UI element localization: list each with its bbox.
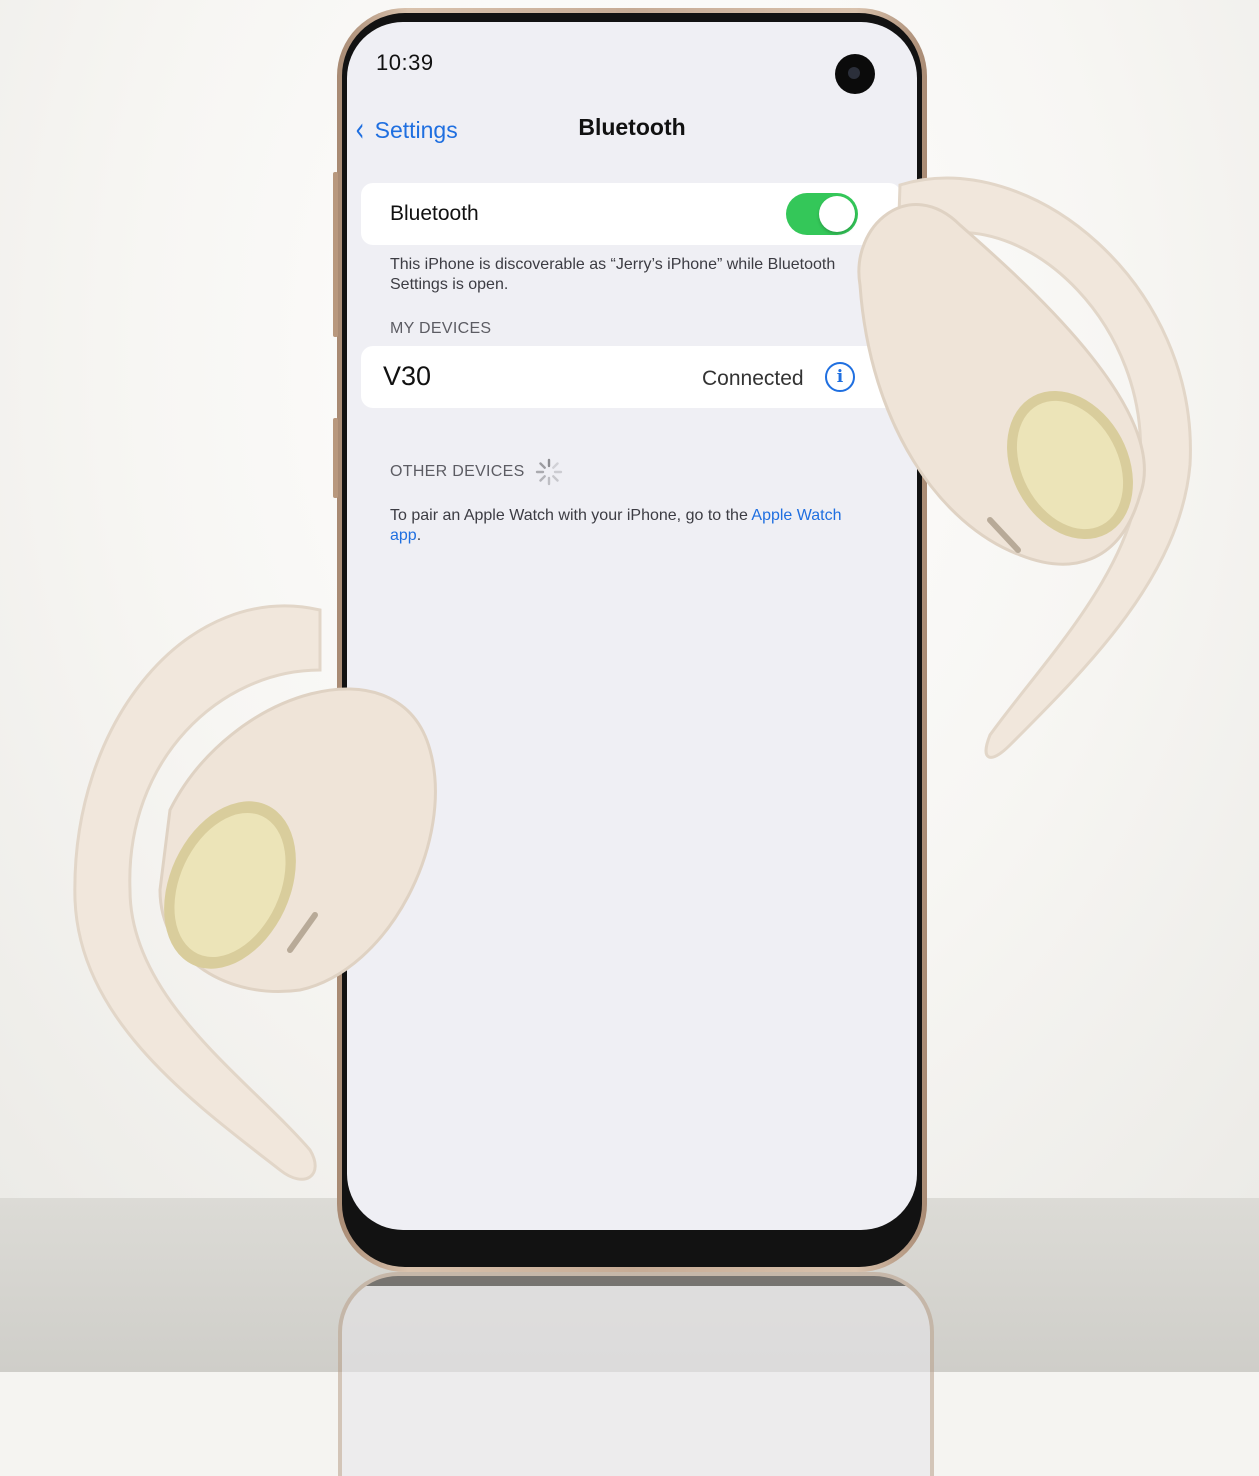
device-status: Connected [702, 367, 804, 390]
apple-watch-note-text: To pair an Apple Watch with your iPhone,… [390, 507, 752, 524]
my-devices-header: MY DEVICES [390, 320, 492, 337]
side-button [333, 418, 338, 498]
apple-watch-note: To pair an Apple Watch with your iPhone,… [390, 506, 850, 546]
phone-reflection [338, 1272, 934, 1476]
discoverable-note: This iPhone is discoverable as “Jerry’s … [390, 256, 836, 293]
apple-watch-note-end: . [416, 527, 422, 544]
device-name: V30 [383, 361, 432, 391]
bluetooth-label: Bluetooth [390, 202, 479, 225]
left-earbud [73, 604, 437, 1181]
spinner-icon [535, 458, 563, 486]
other-devices-header: OTHER DEVICES [390, 463, 525, 480]
right-earbud [857, 176, 1192, 759]
bluetooth-row: Bluetooth [361, 183, 901, 245]
device-row[interactable]: V30 Connected i [361, 346, 901, 408]
status-time: 10:39 [376, 50, 434, 75]
camera-icon [835, 54, 875, 94]
volume-button [333, 172, 338, 337]
page-title: Bluetooth [578, 114, 686, 140]
